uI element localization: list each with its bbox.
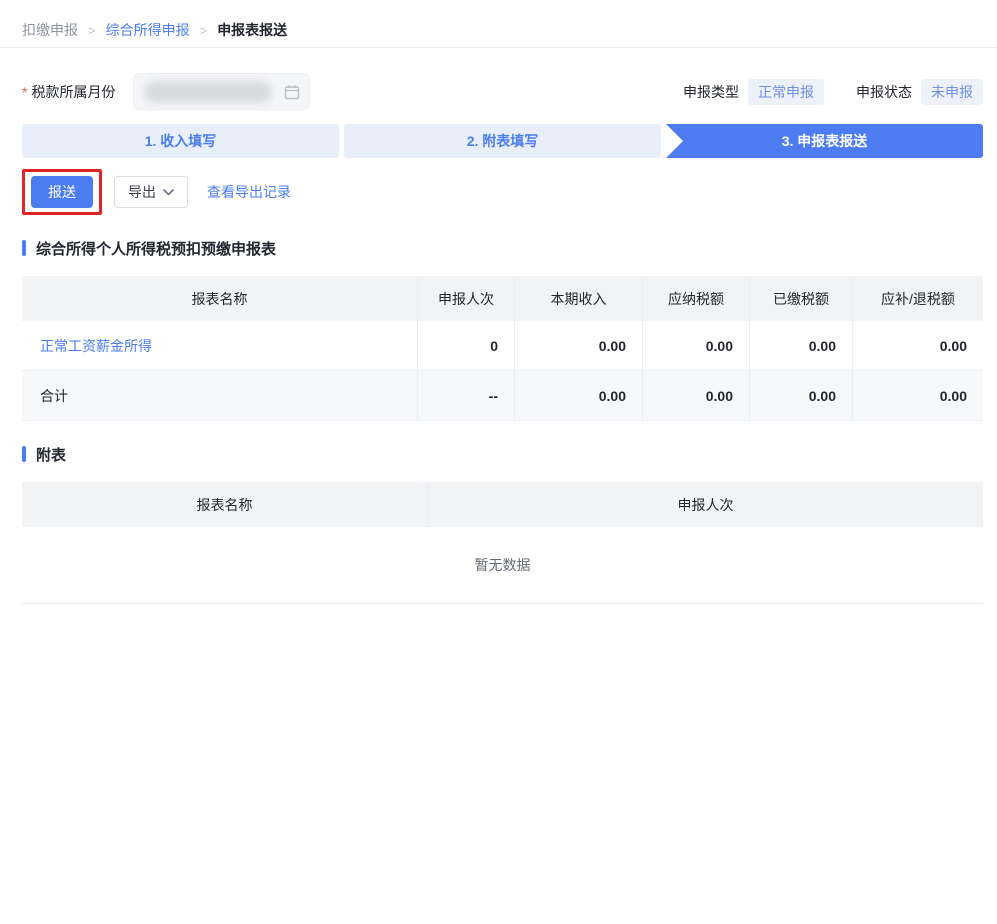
column-header: 报表名称	[22, 482, 428, 527]
header-divider	[0, 47, 997, 48]
current-income-cell: 0.00	[515, 321, 643, 370]
breadcrumb-item-withholding[interactable]: 扣缴申报	[22, 20, 78, 40]
title-accent-bar	[22, 446, 26, 462]
title-accent-bar	[22, 240, 26, 256]
step-1-income-entry[interactable]: 1. 收入填写	[22, 124, 339, 158]
declared-count-cell: 0	[418, 321, 515, 370]
appendix-table-header-row: 报表名称 申报人次	[22, 482, 983, 527]
export-button-label: 导出	[128, 184, 156, 200]
filter-row: * 税款所属月份 申报类型 正常申报 申报状态 未申报	[22, 73, 983, 110]
column-header: 应纳税额	[643, 276, 750, 321]
column-header: 应补/退税额	[853, 276, 983, 321]
chevron-down-icon	[163, 188, 174, 195]
calendar-icon[interactable]	[284, 84, 300, 100]
breadcrumb: 扣缴申报 > 综合所得申报 > 申报表报送	[0, 0, 997, 39]
tax-due-refund-cell: 0.00	[939, 337, 967, 354]
breadcrumb-item-current-page: 申报表报送	[217, 22, 288, 38]
main-table-header-row: 报表名称 申报人次 本期收入 应纳税额 已缴税额 应补/退税额	[22, 276, 983, 321]
tax-paid-cell: 0.00	[750, 321, 853, 370]
tax-due-refund-cell: 0.00	[939, 387, 967, 404]
declared-count-cell: --	[418, 371, 515, 420]
main-table-section-title: 综合所得个人所得税预扣预缴申报表	[22, 238, 983, 258]
appendix-table: 报表名称 申报人次 暂无数据	[22, 482, 983, 604]
submit-button[interactable]: 报送	[31, 176, 93, 208]
step-indicator: 1. 收入填写 2. 附表填写 3. 申报表报送	[22, 124, 983, 158]
tax-paid-cell: 0.00	[750, 371, 853, 420]
declaration-meta: 申报类型 正常申报 申报状态 未申报	[683, 78, 983, 105]
report-name-link[interactable]: 正常工资薪金所得	[40, 336, 152, 356]
column-header: 报表名称	[22, 276, 418, 321]
main-table-title: 综合所得个人所得税预扣预缴申报表	[36, 240, 277, 258]
appendix-title: 附表	[36, 446, 67, 464]
required-asterisk: *	[22, 83, 28, 100]
declaration-status-badge: 未申报	[921, 78, 983, 105]
declaration-type-badge: 正常申报	[748, 78, 824, 105]
tax-month-input[interactable]	[133, 73, 311, 110]
export-dropdown-button[interactable]: 导出	[114, 176, 188, 208]
current-income-cell: 0.00	[515, 371, 643, 420]
empty-state-text: 暂无数据	[474, 557, 531, 573]
declaration-status-label: 申报状态	[856, 83, 912, 100]
toolbar: 报送 导出 查看导出记录	[22, 169, 983, 215]
column-header: 申报人次	[418, 276, 515, 321]
table-row-normal-salary: 正常工资薪金所得 0 0.00 0.00 0.00 0.00	[22, 321, 983, 371]
red-highlight-annotation: 报送	[22, 169, 102, 215]
breadcrumb-item-comprehensive-income[interactable]: 综合所得申报	[106, 20, 190, 40]
column-header: 已缴税额	[750, 276, 853, 321]
table-row-total: 合计 -- 0.00 0.00 0.00 0.00	[22, 371, 983, 421]
breadcrumb-separator-icon: >	[88, 22, 96, 38]
empty-state: 暂无数据	[22, 527, 983, 604]
redacted-date-value	[144, 80, 273, 103]
tax-month-label: 税款所属月份	[31, 83, 116, 100]
main-table: 报表名称 申报人次 本期收入 应纳税额 已缴税额 应补/退税额 正常工资薪金所得…	[22, 276, 983, 421]
tax-payable-cell: 0.00	[643, 371, 750, 420]
appendix-section-title: 附表	[22, 444, 983, 464]
column-header: 本期收入	[515, 276, 643, 321]
tax-payable-cell: 0.00	[643, 321, 750, 370]
step-3-report-submission[interactable]: 3. 申报表报送	[666, 124, 983, 158]
declaration-type-label: 申报类型	[683, 83, 739, 100]
view-export-records-link[interactable]: 查看导出记录	[207, 182, 291, 202]
total-label: 合计	[40, 387, 68, 404]
column-header: 申报人次	[428, 482, 983, 527]
breadcrumb-separator-icon: >	[199, 22, 208, 38]
step-2-appendix-entry[interactable]: 2. 附表填写	[344, 124, 661, 158]
